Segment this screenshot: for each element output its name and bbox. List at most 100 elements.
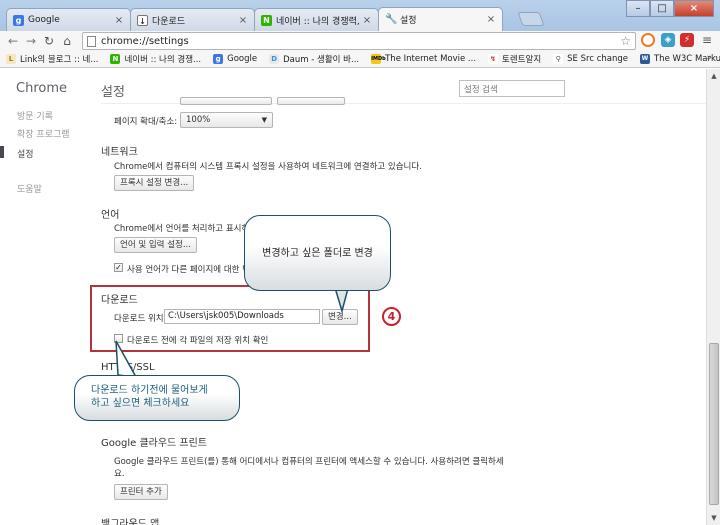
callout-text: 하고 싶으면 체크하세요	[91, 398, 190, 409]
settings-page: Chrome 방문 기록 확장 프로그램 설정 도움말 설정 페이지 확대/축소…	[0, 69, 720, 525]
bookmarks-overflow-button[interactable]: »	[706, 53, 712, 63]
bookmark-label: 네이버 :: 나의 경쟁...	[124, 55, 202, 65]
sidebar-item-settings[interactable]: 설정	[17, 147, 34, 160]
new-tab-button[interactable]	[517, 12, 545, 26]
toolbar: ← → ↻ ⌂ chrome://settings ☆	[0, 31, 720, 51]
bookmark-item[interactable]: g Google	[213, 54, 257, 64]
wrench-icon: 🔧	[385, 14, 398, 25]
tab-label: 설정	[400, 16, 417, 26]
tab-settings[interactable]: 🔧 설정 ×	[378, 7, 503, 31]
bookmark-label: SE Src change	[567, 54, 628, 64]
bookmark-item[interactable]: IMDb The Internet Movie ...	[371, 54, 476, 64]
naver-icon: N	[110, 54, 121, 64]
google-icon: g	[213, 54, 224, 64]
window-controls: – □ ×	[626, 0, 714, 17]
sidebar-item-extensions[interactable]: 확장 프로그램	[17, 127, 70, 140]
cloud-print-description-cont: 요.	[114, 469, 125, 479]
bookmark-item[interactable]: D Daum - 생활이 바...	[269, 53, 359, 65]
font-size-select[interactable]	[180, 97, 272, 105]
sidebar-item-history[interactable]: 방문 기록	[17, 109, 53, 122]
back-button[interactable]: ←	[4, 33, 22, 49]
naver-icon: N	[261, 14, 272, 26]
callout-pointer	[115, 340, 138, 378]
minimize-button[interactable]: –	[626, 0, 650, 17]
scroll-up-icon[interactable]: ▲	[707, 69, 720, 83]
tab-naver[interactable]: N 네이버 :: 나의 경쟁력, 네 ×	[254, 8, 379, 31]
extension-icon[interactable]: ◈	[661, 33, 675, 47]
sidebar-selection-marker	[0, 146, 4, 158]
zoom-select[interactable]: 100% ▼	[180, 112, 273, 128]
callout-text: 다운로드 하기전에 물어보게	[91, 385, 208, 396]
torrent-icon: ↯	[488, 54, 499, 64]
daum-icon: D	[269, 54, 280, 64]
extension-icon[interactable]	[641, 33, 655, 47]
network-description: Chrome에서 컴퓨터의 시스템 프록시 설정을 사용하여 네트워크에 연결하…	[114, 162, 422, 172]
chevron-down-icon: ▼	[261, 116, 267, 124]
callout-text: 변경하고 싶은 폴더로 변경	[262, 248, 373, 259]
star-icon[interactable]: ☆	[620, 34, 631, 48]
home-button[interactable]: ⌂	[58, 33, 76, 49]
bookmark-item[interactable]: ↯ 토렌트알지	[488, 53, 541, 65]
callout-change-folder: 변경하고 싶은 폴더로 변경	[244, 215, 391, 291]
settings-search-input[interactable]	[459, 80, 565, 97]
zoom-label: 페이지 확대/축소:	[114, 117, 178, 127]
scrollbar-thumb[interactable]	[709, 343, 719, 505]
tab-label: Google	[28, 15, 60, 25]
language-section-title: 언어	[101, 210, 120, 221]
bookmark-label: Google	[227, 54, 258, 64]
tab-label: 다운로드	[152, 16, 186, 27]
download-location-field[interactable]: C:\Users\jsk005\Downloads	[164, 309, 320, 324]
bookmark-item[interactable]: N 네이버 :: 나의 경쟁...	[110, 53, 201, 65]
extension-icon[interactable]: ⚡	[680, 33, 694, 47]
url-text: chrome://settings	[101, 35, 189, 47]
page-icon	[87, 35, 96, 47]
language-settings-button[interactable]: 언어 및 입력 설정...	[114, 237, 197, 253]
bookmark-item[interactable]: ⚲ SE Src change	[553, 54, 628, 64]
close-icon[interactable]: ×	[362, 15, 372, 26]
tab-label: 네이버 :: 나의 경쟁력, 네	[276, 16, 359, 27]
translate-checkbox[interactable]: ✓	[114, 263, 123, 272]
forward-button[interactable]: →	[22, 33, 40, 49]
customize-fonts-button[interactable]	[277, 97, 345, 105]
imdb-icon: IMDb	[371, 54, 386, 64]
w3c-icon: W	[639, 54, 650, 64]
bookmark-label: Daum - 생활이 바...	[283, 55, 360, 65]
download-location-label: 다운로드 위치:	[114, 314, 167, 324]
background-apps-section-title: 백그라운드 앱	[101, 519, 160, 525]
downloads-section-title: 다운로드	[101, 295, 138, 306]
vertical-scrollbar[interactable]: ▲ ▼	[706, 69, 720, 525]
page-title: 설정	[101, 85, 125, 100]
zoom-value: 100%	[186, 115, 211, 125]
bookmark-label: 토렌트알지	[502, 55, 542, 65]
cloud-print-section-title: Google 클라우드 프린트	[101, 438, 208, 449]
reload-button[interactable]: ↻	[40, 33, 58, 49]
sidebar-title: Chrome	[16, 81, 67, 96]
cloud-print-description: Google 클라우드 프린트(를) 통해 어디에서나 컴퓨터의 프린터에 액세…	[114, 457, 504, 467]
network-section-title: 네트워크	[101, 147, 138, 158]
se-icon: ⚲	[553, 54, 564, 64]
bookmark-item[interactable]: L Link의 블로그 :: 네...	[6, 53, 98, 65]
tab-downloads[interactable]: ↓ 다운로드 ×	[130, 8, 255, 31]
proxy-settings-button[interactable]: 프록시 설정 변경...	[114, 175, 195, 191]
bookmark-label: Link의 블로그 :: 네...	[20, 55, 99, 65]
step-number-badge: 4	[382, 307, 401, 326]
close-icon[interactable]: ×	[486, 14, 496, 25]
translate-label: 사용 언어가 다른 페이지에 대한 번	[127, 265, 250, 275]
close-icon[interactable]: ×	[114, 15, 124, 26]
download-icon: ↓	[137, 14, 148, 26]
tab-strip: g Google × ↓ 다운로드 × N 네이버 :: 나의 경쟁력, 네 ×…	[0, 0, 720, 31]
maximize-button[interactable]: □	[650, 0, 674, 17]
add-printer-button[interactable]: 프린터 추가	[114, 484, 168, 500]
close-icon[interactable]: ×	[238, 15, 248, 26]
scroll-down-icon[interactable]: ▼	[707, 511, 720, 525]
callout-ask-before-download: 다운로드 하기전에 물어보게 하고 싶으면 체크하세요	[74, 375, 240, 421]
blog-icon: L	[6, 54, 16, 64]
menu-icon[interactable]: ≡	[700, 33, 714, 47]
language-description: Chrome에서 언어를 처리하고 표시하는	[114, 224, 258, 234]
tab-google[interactable]: g Google ×	[6, 8, 131, 31]
bookmark-label: The Internet Movie ...	[385, 54, 477, 64]
google-icon: g	[13, 14, 24, 26]
sidebar-item-help[interactable]: 도움말	[17, 182, 42, 195]
address-bar[interactable]: chrome://settings ☆	[82, 32, 636, 50]
close-window-button[interactable]: ×	[674, 0, 714, 17]
